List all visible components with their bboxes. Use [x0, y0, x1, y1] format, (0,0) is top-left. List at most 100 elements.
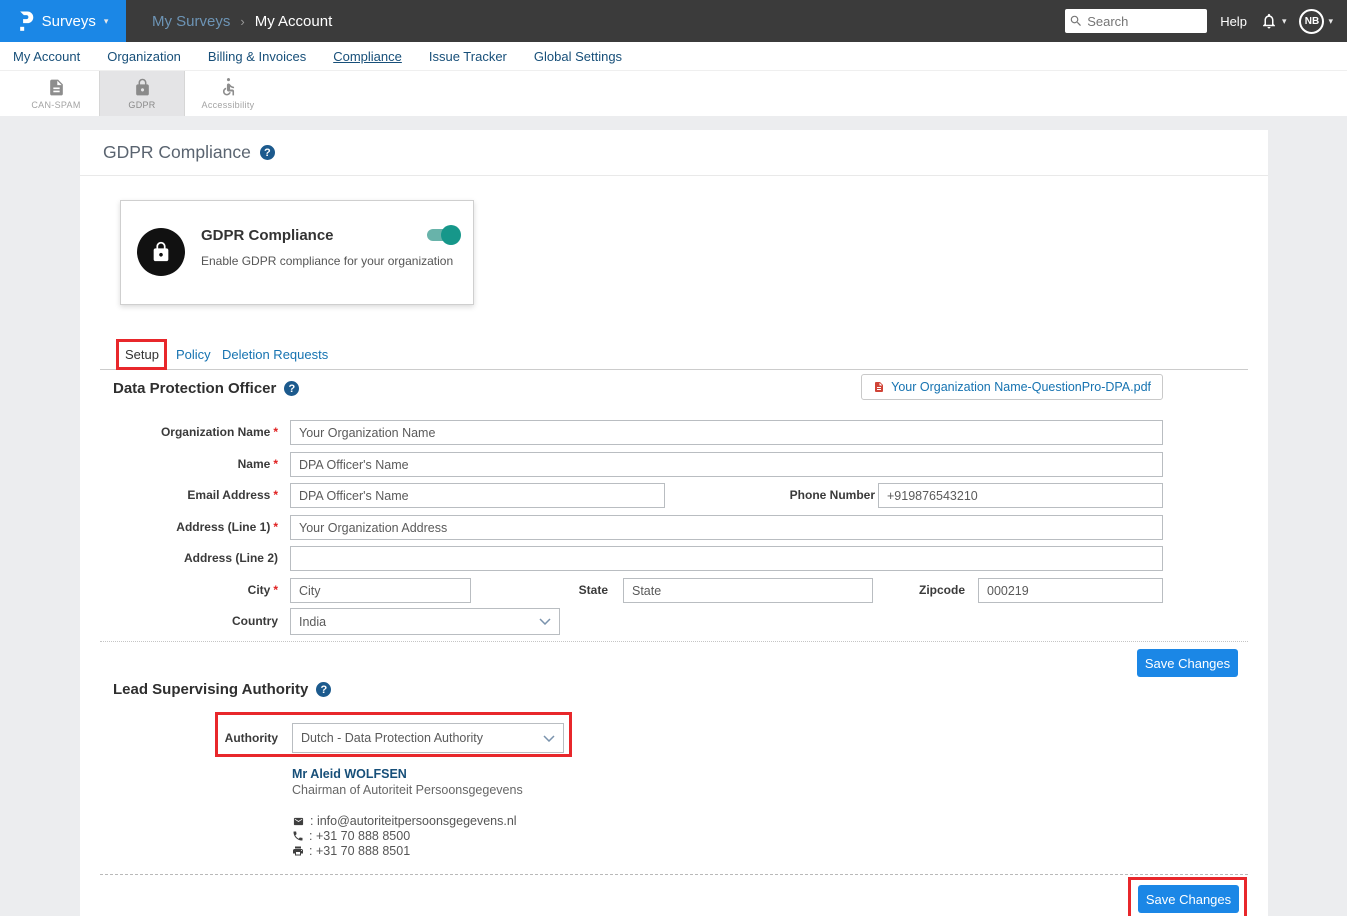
search-input[interactable]: [1065, 9, 1207, 33]
organization-name-label: Organization Name: [80, 420, 278, 445]
dpo-heading-text: Data Protection Officer: [113, 380, 276, 397]
address-line2-label: Address (Line 2): [80, 546, 278, 571]
address-line2-input[interactable]: [290, 546, 1163, 571]
tab-policy[interactable]: Policy: [176, 343, 211, 367]
tab-label: Accessibility: [202, 100, 255, 110]
form-row: Organization Name: [80, 420, 1268, 445]
tab-label: CAN-SPAM: [31, 100, 80, 110]
pdf-button-label: Your Organization Name-QuestionPro-DPA.p…: [891, 380, 1151, 394]
help-icon[interactable]: ?: [284, 381, 299, 396]
authority-contact-phone: +31 70 888 8500: [292, 829, 410, 843]
state-label: State: [408, 578, 608, 603]
dpo-heading: Data Protection Officer ?: [113, 380, 299, 397]
nav-billing-invoices[interactable]: Billing & Invoices: [208, 49, 306, 64]
authority-phone-value: +31 70 888 8500: [309, 829, 410, 843]
save-changes-button-lsa[interactable]: Save Changes: [1138, 885, 1239, 913]
help-link[interactable]: Help: [1220, 14, 1247, 29]
document-pencil-icon: [47, 78, 66, 97]
gdpr-toggle[interactable]: [427, 229, 457, 241]
authority-select-value: Dutch - Data Protection Authority: [301, 731, 483, 745]
envelope-icon: [292, 816, 305, 827]
account-menu[interactable]: NB ▾: [1299, 9, 1333, 34]
zipcode-input[interactable]: [978, 578, 1163, 603]
authority-contact-fax: +31 70 888 8501: [292, 844, 410, 858]
notifications-button[interactable]: ▾: [1260, 12, 1287, 30]
form-row: City State Zipcode: [80, 578, 1268, 603]
chevron-down-icon: ▾: [1282, 16, 1287, 27]
nav-issue-tracker[interactable]: Issue Tracker: [429, 49, 507, 64]
search-box: [1065, 9, 1207, 33]
phone-number-input[interactable]: [878, 483, 1163, 508]
form-row: Address (Line 1): [80, 515, 1268, 540]
breadcrumb-my-account: My Account: [255, 13, 333, 30]
fax-icon: [292, 845, 304, 857]
divider: [80, 175, 1268, 176]
organization-name-input[interactable]: [290, 420, 1163, 445]
questionpro-logo: [18, 10, 34, 32]
topbar-right: Help ▾ NB ▾: [1065, 9, 1347, 34]
authority-select[interactable]: Dutch - Data Protection Authority: [292, 723, 564, 753]
lock-icon: [150, 241, 172, 263]
account-nav: My Account Organization Billing & Invoic…: [0, 42, 1347, 71]
city-label: City: [80, 578, 278, 603]
save-changes-button-dpo[interactable]: Save Changes: [1137, 649, 1238, 677]
search-icon: [1069, 14, 1083, 28]
page-title: GDPR Compliance ?: [103, 142, 275, 163]
wheelchair-icon: [219, 78, 238, 97]
country-select[interactable]: India: [290, 608, 560, 635]
chevron-down-icon: ▾: [1328, 16, 1333, 27]
form-row: Email Address Phone Number: [80, 483, 1268, 508]
authority-email-value: info@autoriteitpersoonsgegevens.nl: [310, 814, 517, 828]
page-title-text: GDPR Compliance: [103, 142, 251, 163]
country-select-value: India: [299, 615, 326, 629]
email-address-input[interactable]: [290, 483, 665, 508]
nav-compliance[interactable]: Compliance: [333, 49, 402, 64]
chevron-down-icon: [543, 735, 555, 742]
product-switcher[interactable]: Surveys ▾: [0, 0, 126, 42]
tab-can-spam[interactable]: CAN-SPAM: [13, 71, 99, 116]
zipcode-label: Zipcode: [765, 578, 965, 603]
divider: [100, 369, 1248, 370]
compliance-tab-strip: CAN-SPAM GDPR Accessibility: [0, 71, 1347, 116]
tab-label: GDPR: [128, 100, 155, 110]
authority-fax-value: +31 70 888 8501: [309, 844, 410, 858]
divider: [100, 641, 1248, 642]
nav-organization[interactable]: Organization: [107, 49, 181, 64]
dpa-pdf-button[interactable]: Your Organization Name-QuestionPro-DPA.p…: [861, 374, 1163, 400]
lsa-heading: Lead Supervising Authority ?: [113, 681, 331, 698]
form-row: Country India: [80, 608, 1268, 635]
help-icon[interactable]: ?: [260, 145, 275, 160]
avatar: NB: [1299, 9, 1324, 34]
tab-gdpr[interactable]: GDPR: [99, 71, 185, 116]
nav-global-settings[interactable]: Global Settings: [534, 49, 622, 64]
phone-number-label: Phone Number: [675, 483, 875, 508]
gdpr-card-title: GDPR Compliance: [201, 227, 334, 244]
breadcrumb-my-surveys[interactable]: My Surveys: [152, 13, 230, 30]
tab-setup[interactable]: Setup: [120, 343, 164, 367]
gdpr-compliance-page: GDPR Compliance ? GDPR Compliance Enable…: [80, 130, 1268, 916]
top-bar: Surveys ▾ My Surveys › My Account Help ▾…: [0, 0, 1347, 42]
tab-accessibility[interactable]: Accessibility: [185, 71, 271, 116]
lock-badge: [137, 228, 185, 276]
divider: [100, 874, 1248, 875]
pdf-icon: [873, 380, 885, 394]
screen: Surveys ▾ My Surveys › My Account Help ▾…: [0, 0, 1347, 916]
form-row: Address (Line 2): [80, 546, 1268, 571]
breadcrumb-separator-icon: ›: [240, 14, 244, 29]
address-line1-input[interactable]: [290, 515, 1163, 540]
address-line1-label: Address (Line 1): [80, 515, 278, 540]
product-name: Surveys: [42, 13, 96, 30]
name-input[interactable]: [290, 452, 1163, 477]
padlock-icon: [133, 78, 152, 97]
authority-contact-role: Chairman of Autoriteit Persoonsgegevens: [292, 783, 523, 797]
form-row: Name: [80, 452, 1268, 477]
country-label: Country: [80, 608, 278, 635]
name-label: Name: [80, 452, 278, 477]
help-icon[interactable]: ?: [316, 682, 331, 697]
toggle-knob: [441, 225, 461, 245]
nav-my-account[interactable]: My Account: [13, 49, 80, 64]
gdpr-toggle-card: GDPR Compliance Enable GDPR compliance f…: [120, 200, 474, 305]
authority-label: Authority: [80, 723, 278, 753]
tab-deletion-requests[interactable]: Deletion Requests: [222, 343, 328, 367]
email-address-label: Email Address: [80, 483, 278, 508]
